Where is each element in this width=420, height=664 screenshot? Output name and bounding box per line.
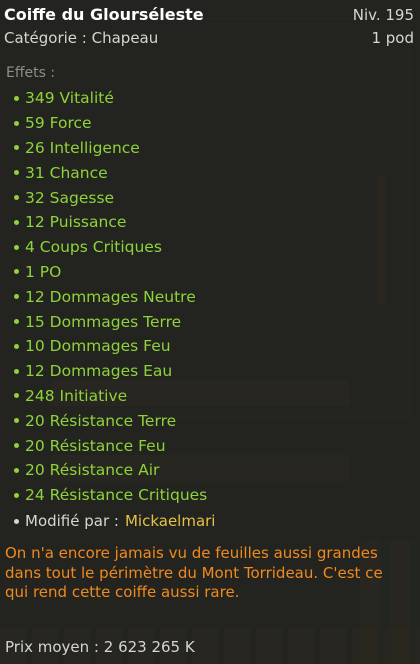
bullet-icon [14, 170, 19, 176]
effect-item: 12 Dommages Eau [12, 359, 392, 384]
effect-item: 248 Initiative [12, 384, 392, 409]
effect-text: 15 Dommages Terre [25, 312, 182, 331]
effect-item: 12 Puissance [12, 210, 392, 235]
average-price: Prix moyen : 2 623 265 K [5, 638, 195, 656]
tooltip-title-row: Coiffe du Glourséleste Niv. 195 [4, 5, 416, 27]
effect-text: 31 Chance [25, 163, 108, 182]
bullet-icon [14, 319, 19, 325]
effect-text: 26 Intelligence [25, 138, 140, 157]
item-weight: 1 pod [371, 29, 414, 47]
bullet-icon [14, 145, 19, 151]
effect-item: 31 Chance [12, 160, 392, 185]
bullet-icon [14, 120, 19, 126]
effect-item: 20 Résistance Terre [12, 408, 392, 433]
bullet-icon [14, 467, 19, 473]
item-category: Catégorie : Chapeau [4, 29, 159, 47]
effect-text: 20 Résistance Air [25, 461, 160, 480]
bullet-icon [14, 443, 19, 449]
bullet-icon [14, 294, 19, 300]
item-description: On n'a encore jamais vu de feuilles auss… [5, 544, 383, 601]
effect-text: 12 Dommages Neutre [25, 287, 196, 306]
item-level: Niv. 195 [352, 6, 414, 24]
effect-item: 12 Dommages Neutre [12, 284, 392, 309]
bullet-icon [14, 95, 19, 101]
effect-item: 349 Vitalité [12, 86, 392, 111]
bullet-icon [14, 219, 19, 225]
effects-list: 349 Vitalité 59 Force 26 Intelligence 31… [12, 86, 392, 508]
bullet-icon [14, 368, 19, 374]
effect-text: 20 Résistance Feu [25, 436, 166, 455]
bullet-icon [14, 195, 19, 201]
modified-by-value: Mickaelmari [124, 512, 216, 530]
bullet-icon [14, 244, 19, 250]
effect-text: 4 Coups Critiques [25, 238, 162, 257]
effect-text: 10 Dommages Feu [25, 337, 171, 356]
effect-text: 248 Initiative [25, 386, 128, 405]
effect-item: 1 PO [12, 260, 392, 285]
effect-text: 349 Vitalité [25, 89, 114, 108]
effects-header: Effets : [6, 65, 56, 81]
effect-item: 4 Coups Critiques [12, 235, 392, 260]
effect-text: 20 Résistance Terre [25, 411, 177, 430]
tooltip-category-row: Catégorie : Chapeau 1 pod [4, 29, 416, 51]
effect-item: 10 Dommages Feu [12, 334, 392, 359]
effect-text: 12 Dommages Eau [25, 362, 173, 381]
effect-text: 12 Puissance [25, 213, 127, 232]
bullet-icon [14, 269, 19, 275]
effect-item: 26 Intelligence [12, 136, 392, 161]
effect-text: 59 Force [25, 114, 92, 133]
modified-by-row: Modifié par : Mickaelmari [14, 510, 215, 532]
item-tooltip: Coiffe du Glourséleste Niv. 195 Catégori… [0, 0, 420, 664]
effect-item: 59 Force [12, 111, 392, 136]
modified-by-label: Modifié par : [25, 512, 119, 530]
bullet-icon [14, 518, 19, 524]
item-name: Coiffe du Glourséleste [4, 5, 204, 24]
bullet-icon [14, 418, 19, 424]
bullet-icon [14, 492, 19, 498]
bullet-icon [14, 343, 19, 349]
effect-text: 24 Résistance Critiques [25, 486, 208, 505]
effect-item: 32 Sagesse [12, 185, 392, 210]
effect-text: 1 PO [25, 262, 62, 281]
effect-text: 32 Sagesse [25, 188, 115, 207]
effect-item: 20 Résistance Feu [12, 433, 392, 458]
effect-item: 20 Résistance Air [12, 458, 392, 483]
effect-item: 24 Résistance Critiques [12, 483, 392, 508]
effect-item: 15 Dommages Terre [12, 309, 392, 334]
bullet-icon [14, 393, 19, 399]
